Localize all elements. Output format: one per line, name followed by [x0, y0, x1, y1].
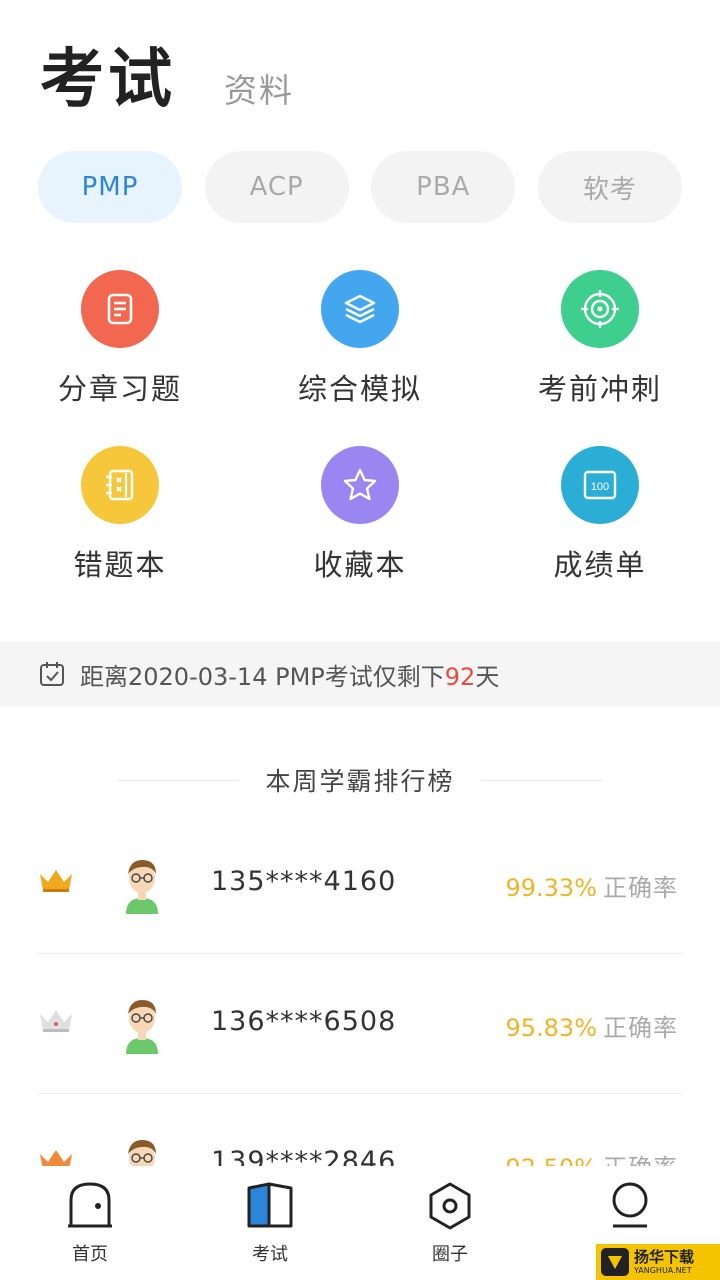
- accuracy-label: 正确率: [603, 1014, 678, 1042]
- feature-label: 收藏本: [313, 548, 407, 582]
- leaderboard-row[interactable]: 136****6508 95.83% 正确率: [0, 954, 720, 1094]
- leaderboard-row[interactable]: 139****2846 92.50% 正确率: [0, 1094, 720, 1166]
- leaderboard-list: 135****4160 99.33% 正确率 136****6508 95.83%…: [0, 814, 720, 1166]
- avatar: [128, 1140, 156, 1166]
- feature-chapter-exercises[interactable]: 分章习题: [0, 270, 240, 408]
- page-title[interactable]: 考试: [40, 28, 176, 120]
- accuracy-label: 正确率: [603, 874, 678, 902]
- leaderboard-header: 本周学霸排行榜: [0, 760, 720, 800]
- watermark-cn: 扬华下载: [634, 1247, 695, 1266]
- accuracy-rate: 99.33% 正确率: [505, 868, 678, 903]
- accuracy-rate: 95.83% 正确率: [505, 1008, 678, 1043]
- watermark-icon: [601, 1248, 629, 1276]
- feature-wrong-notebook[interactable]: 错题本: [0, 446, 240, 584]
- tab-label: 考试: [252, 1244, 288, 1265]
- watermark-text: 扬华下载 YANGHUA.NET: [634, 1247, 695, 1275]
- chip-ruankao[interactable]: 软考: [537, 151, 682, 223]
- feature-label: 分章习题: [57, 372, 182, 406]
- gold-crown-icon: [40, 870, 72, 892]
- countdown-text: 距离2020-03-14 PMP考试仅剩下92天: [80, 657, 499, 692]
- leaderboard-row[interactable]: 135****4160 99.33% 正确率: [0, 814, 720, 954]
- tab-exam[interactable]: 考试: [180, 1166, 360, 1280]
- accuracy-rate: 92.50% 正确率: [505, 1148, 678, 1166]
- user-phone: 136****6508: [211, 1006, 397, 1037]
- avatar: [126, 860, 158, 914]
- feature-transcript[interactable]: 100 成绩单: [480, 446, 720, 584]
- leaderboard-title: 本周学霸排行榜: [265, 767, 455, 796]
- bronze-crown-icon: [40, 1150, 72, 1166]
- feature-label: 成绩单: [553, 548, 647, 582]
- accuracy-value: 95.83%: [505, 1014, 597, 1042]
- layers-icon: [321, 270, 399, 348]
- accuracy-value: 92.50%: [505, 1154, 597, 1166]
- countdown-prefix: 距离2020-03-14 PMP考试仅剩下: [80, 662, 445, 691]
- header: 考试 资料: [0, 0, 720, 130]
- hexagon-icon: [429, 1182, 471, 1230]
- star-icon: [321, 446, 399, 524]
- feature-mock-exam[interactable]: 综合模拟: [240, 270, 480, 408]
- user-phone: 139****2846: [211, 1146, 397, 1166]
- tab-label: 首页: [72, 1244, 108, 1265]
- silver-crown-icon: [40, 1010, 72, 1032]
- feature-favorites[interactable]: 收藏本: [240, 446, 480, 584]
- chip-pmp[interactable]: PMP: [38, 151, 182, 223]
- user-phone: 135****4160: [211, 866, 397, 897]
- category-chips: PMP ACP PBA 软考: [38, 151, 682, 223]
- countdown-suffix: 天: [475, 662, 500, 691]
- feature-label: 考前冲刺: [537, 372, 662, 406]
- feature-label: 综合模拟: [297, 372, 422, 406]
- book-icon: [247, 1182, 293, 1228]
- divider: [480, 779, 603, 781]
- divider: [117, 779, 240, 781]
- calendar-icon: [40, 662, 64, 686]
- home-icon: [68, 1182, 112, 1228]
- avatar: [126, 1000, 158, 1054]
- accuracy-value: 99.33%: [505, 874, 597, 902]
- wrong-notebook-icon: [81, 446, 159, 524]
- target-icon: [561, 270, 639, 348]
- tab-home[interactable]: 首页: [0, 1166, 180, 1280]
- tab-label: 圈子: [432, 1244, 468, 1265]
- accuracy-label: 正确率: [603, 1154, 678, 1166]
- document-icon: [81, 270, 159, 348]
- exam-countdown-banner: 距离2020-03-14 PMP考试仅剩下92天: [0, 641, 720, 707]
- score-icon-text: 100: [591, 481, 609, 493]
- watermark-en: YANGHUA.NET: [634, 1265, 692, 1275]
- countdown-days: 92: [444, 662, 476, 691]
- watermark-logo: 扬华下载 YANGHUA.NET: [596, 1244, 720, 1280]
- chip-pba[interactable]: PBA: [371, 151, 516, 223]
- feature-label: 错题本: [73, 548, 167, 582]
- profile-icon: [612, 1182, 648, 1228]
- tab-circle[interactable]: 圈子: [360, 1166, 540, 1280]
- feature-final-sprint[interactable]: 考前冲刺: [480, 270, 720, 408]
- tab-materials[interactable]: 资料: [224, 64, 294, 112]
- chip-acp[interactable]: ACP: [204, 151, 349, 223]
- score-icon: 100: [561, 446, 639, 524]
